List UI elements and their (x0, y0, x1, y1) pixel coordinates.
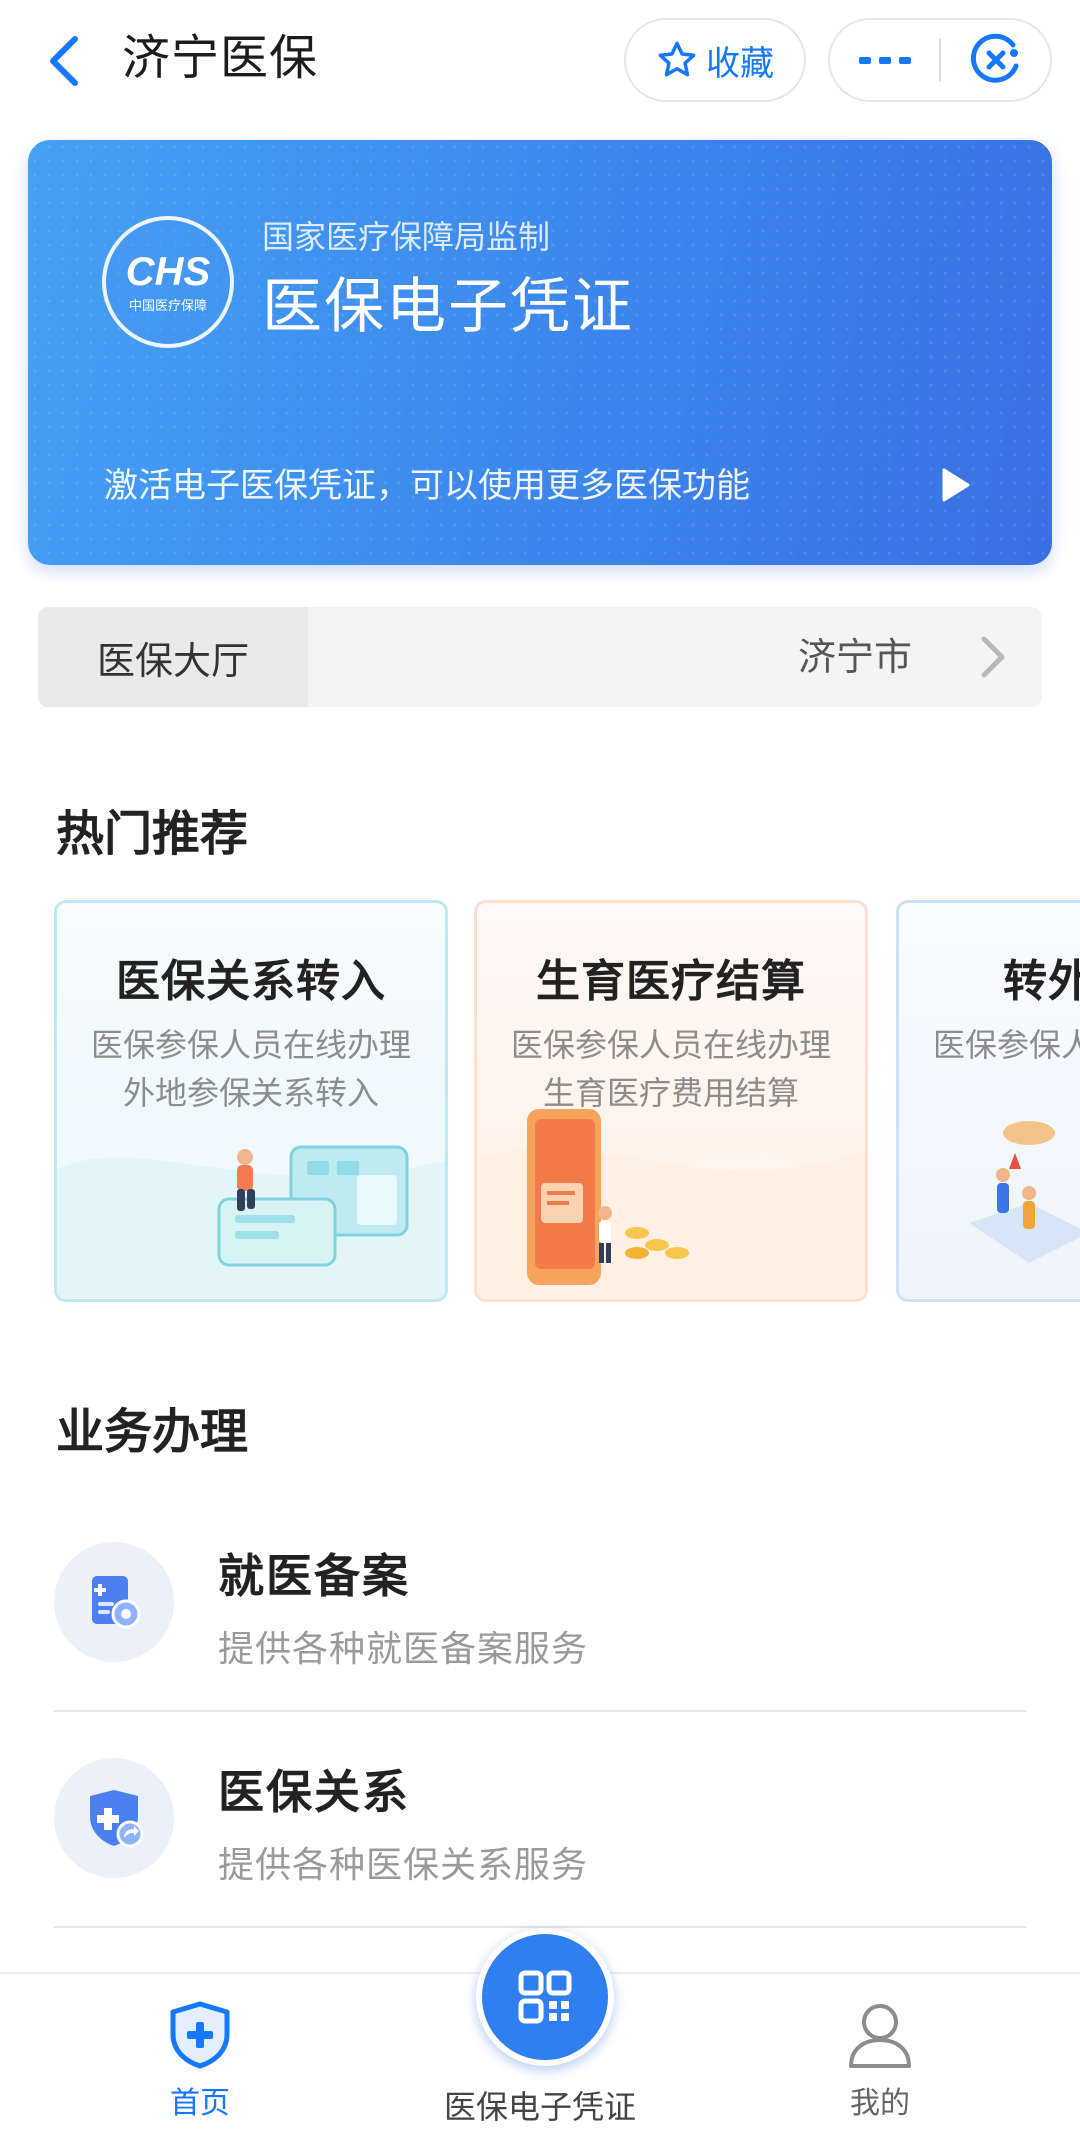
close-circle-icon (970, 33, 1018, 83)
back-button[interactable] (34, 26, 94, 96)
play-icon (942, 468, 970, 502)
banner-activate-text: 激活电子医保凭证，可以使用更多医保功能 (104, 466, 750, 506)
home-indicator-area (0, 2134, 1080, 2148)
shield-plus-icon (170, 2001, 230, 2069)
payment-illustration (527, 1109, 689, 1285)
service-icon-circle (54, 1758, 174, 1878)
business-section-title: 业务办理 (56, 1404, 249, 1460)
service-name: 就医备案 (218, 1549, 410, 1603)
service-desc: 提供各种医保关系服务 (218, 1845, 589, 1886)
chevron-left-icon (50, 36, 78, 86)
tab-mine-label: 我的 (850, 2086, 910, 2121)
chs-logo: CHS 中国医疗保障 (102, 216, 234, 348)
favorite-button[interactable]: 收藏 (624, 18, 806, 102)
service-item-insurance-relation[interactable]: 医保关系 提供各种医保关系服务 (0, 1718, 1080, 1928)
hot-card-transfer-in[interactable]: 医保关系转入 医保参保人员在线办理外地参保关系转入 (54, 900, 448, 1302)
hot-cards-carousel: 医保关系转入 医保参保人员在线办理外地参保关系转入 生育医疗结算 医保参保人员在… (0, 900, 1080, 1305)
chs-logo-text: CHS (125, 249, 211, 294)
tab-e-certificate-label: 医保电子凭证 (443, 2088, 636, 2126)
tab-mine[interactable]: 我的 (800, 1974, 960, 2150)
user-icon (849, 2004, 911, 2068)
page-title: 济宁医保 (122, 30, 319, 86)
service-item-medical-filing[interactable]: 就医备案 提供各种就医备案服务 (0, 1502, 1080, 1712)
service-icon-circle (54, 1542, 174, 1662)
card-desc: 医保参保人员在线办理外地参保关系转入 (91, 1026, 412, 1112)
more-icon (858, 57, 911, 64)
city-label: 济宁市 (797, 635, 912, 679)
card-title: 生育医疗结算 (536, 956, 806, 1007)
more-button[interactable] (830, 20, 939, 100)
tab-home[interactable]: 首页 (120, 1974, 280, 2150)
hall-tab[interactable]: 医保大厅 (38, 607, 308, 707)
people-illustration (969, 1121, 1080, 1263)
banner-title: 医保电子凭证 (262, 272, 634, 342)
card-desc: 医保参保人疗 (933, 1026, 1080, 1064)
medical-insurance-card-banner[interactable]: CHS 中国医疗保障 国家医疗保障局监制 医保电子凭证 激活电子医保凭证，可以使… (28, 140, 1052, 565)
top-bar: 济宁医保 收藏 (0, 0, 1080, 125)
document-gear-icon (92, 1576, 141, 1629)
qr-code-icon (518, 1970, 572, 2024)
hot-card-birth-settlement[interactable]: 生育医疗结算 医保参保人员在线办理生育医疗费用结算 (474, 900, 868, 1302)
shield-share-icon (90, 1790, 144, 1848)
card-title: 医保关系转入 (116, 956, 386, 1007)
chs-logo-subtext: 中国医疗保障 (128, 298, 207, 314)
qr-code-button[interactable] (476, 1928, 614, 2066)
chevron-right-icon (981, 636, 1005, 678)
mini-program-capsule (828, 18, 1052, 102)
hot-section-title: 热门推荐 (56, 806, 249, 862)
service-name: 医保关系 (218, 1765, 410, 1819)
banner-supervise-text: 国家医疗保障局监制 (262, 218, 551, 256)
tab-home-label: 首页 (170, 2086, 230, 2121)
service-desc: 提供各种就医备案服务 (218, 1629, 589, 1670)
divider (54, 1710, 1026, 1712)
star-icon (658, 41, 696, 77)
medical-hall-selector[interactable]: 医保大厅 济宁市 (38, 607, 1042, 707)
close-button[interactable] (941, 20, 1050, 100)
favorite-label: 收藏 (706, 43, 774, 84)
transfer-illustration (217, 1145, 409, 1267)
activate-arrow-button[interactable] (936, 462, 976, 508)
card-title: 转外 (1003, 956, 1080, 1007)
hot-card-transfer-out[interactable]: 转外 医保参保人疗 (896, 900, 1080, 1302)
